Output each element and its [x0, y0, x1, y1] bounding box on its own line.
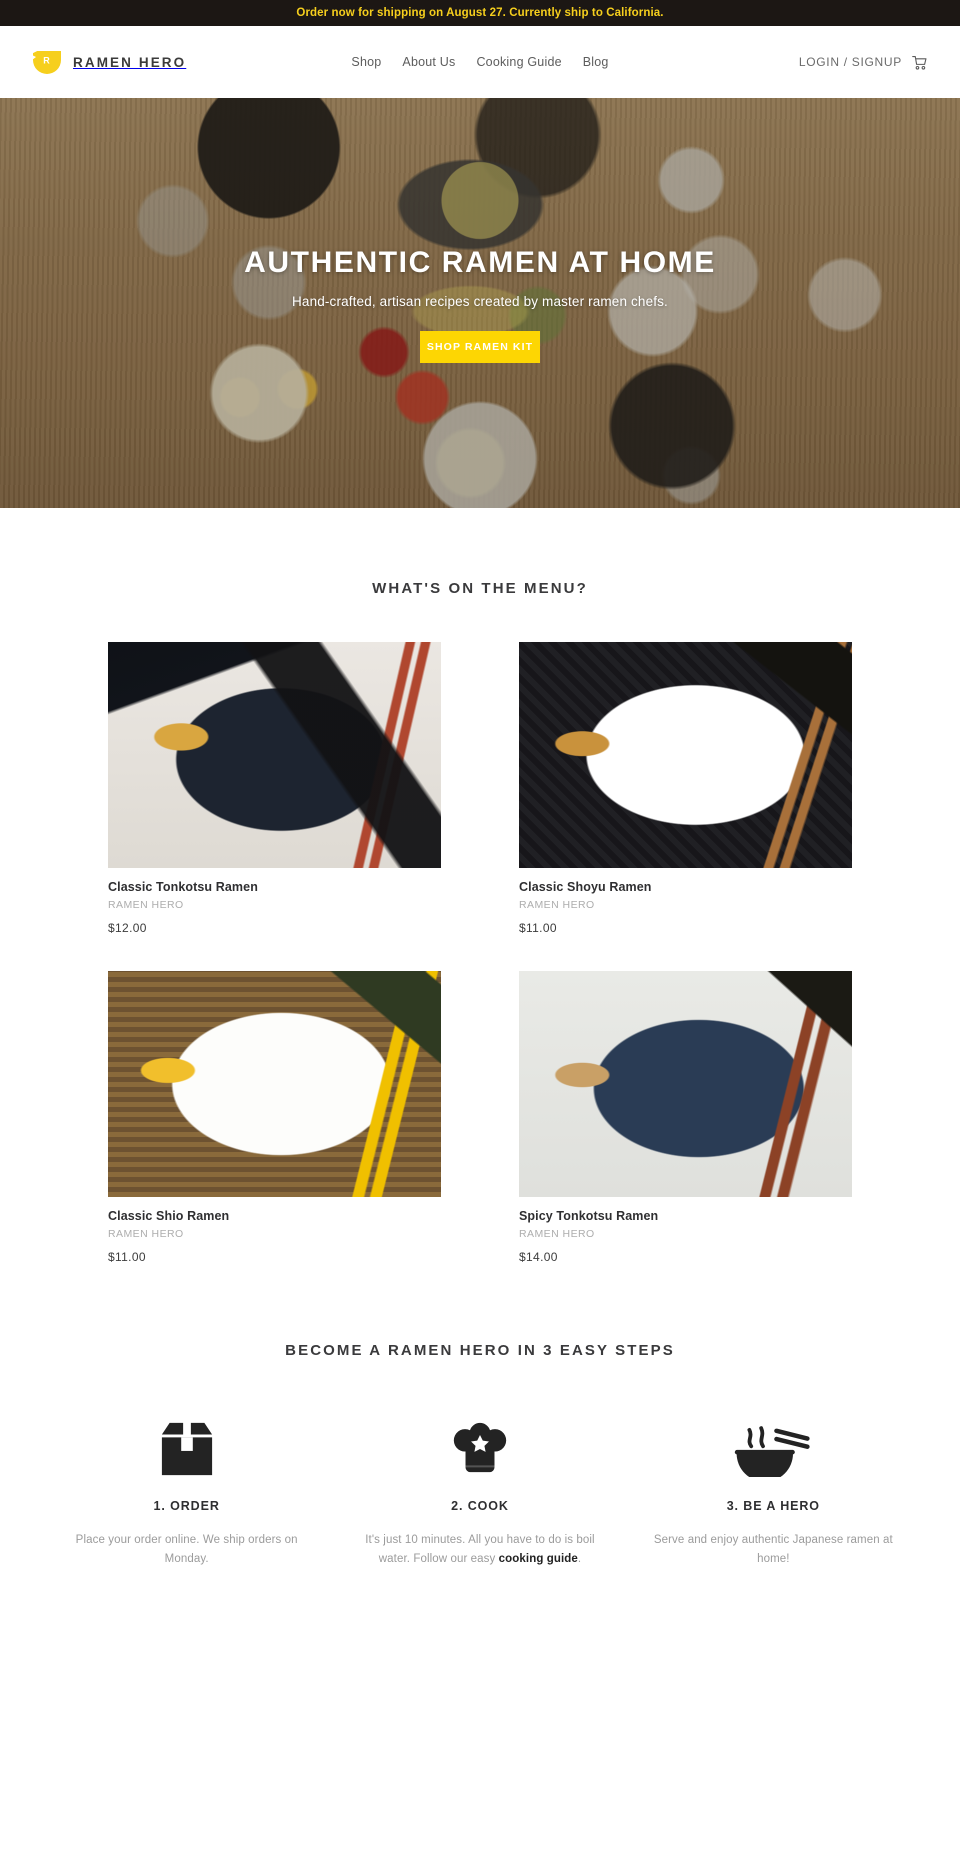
header-actions: LOGIN / SIGNUP: [799, 54, 928, 71]
step-description: It's just 10 minutes. All you have to do…: [351, 1531, 608, 1569]
steps-section: BECOME A RAMEN HERO IN 3 EASY STEPS 1. O…: [0, 1264, 960, 1639]
ramen-bowl-chopsticks-icon: [645, 1415, 902, 1477]
nav-item-shop[interactable]: Shop: [351, 55, 381, 69]
cooking-guide-link[interactable]: cooking guide: [499, 1553, 578, 1565]
product-image[interactable]: [108, 642, 441, 868]
product-title: Classic Shio Ramen: [108, 1209, 230, 1223]
announcement-text: Order now for shipping on August 27. Cur…: [296, 7, 664, 19]
step-description-text: Serve and enjoy authentic Japanese ramen…: [653, 1534, 893, 1565]
hero-title: AUTHENTIC RAMEN AT HOME: [244, 246, 716, 279]
step-item-cook: 2. COOK It's just 10 minutes. All you ha…: [333, 1415, 626, 1569]
step-title: 3. BE A HERO: [726, 1499, 820, 1513]
steps-section-title: BECOME A RAMEN HERO IN 3 EASY STEPS: [285, 1342, 675, 1359]
announcement-bar: Order now for shipping on August 27. Cur…: [0, 0, 960, 26]
shop-ramen-kit-button[interactable]: SHOP RAMEN KIT: [420, 331, 540, 364]
package-box-icon: [58, 1415, 315, 1477]
product-card[interactable]: Classic Shoyu Ramen RAMEN HERO $11.00: [519, 642, 852, 935]
hero-subtitle: Hand-crafted, artisan recipes created by…: [292, 294, 668, 309]
nav-item-about-us[interactable]: About Us: [402, 55, 455, 69]
menu-section-title: WHAT'S ON THE MENU?: [372, 580, 588, 597]
product-title: Classic Shoyu Ramen: [519, 880, 652, 894]
product-vendor: RAMEN HERO: [108, 1228, 184, 1240]
product-price: $11.00: [519, 921, 557, 935]
chef-hat-icon: [351, 1415, 608, 1477]
step-item-be-a-hero: 3. BE A HERO Serve and enjoy authentic J…: [627, 1415, 920, 1569]
product-card[interactable]: Classic Shio Ramen RAMEN HERO $11.00: [108, 971, 441, 1264]
shopping-cart-icon[interactable]: [911, 54, 928, 71]
main-navigation: Shop About Us Cooking Guide Blog: [351, 55, 608, 69]
step-description: Serve and enjoy authentic Japanese ramen…: [645, 1531, 902, 1569]
step-item-order: 1. ORDER Place your order online. We shi…: [40, 1415, 333, 1569]
menu-section: WHAT'S ON THE MENU? Classic Tonkotsu Ram…: [0, 508, 960, 1264]
product-title: Spicy Tonkotsu Ramen: [519, 1209, 659, 1223]
step-description-text-tail: .: [577, 1552, 582, 1565]
site-header: R RAMEN HERO Shop About Us Cooking Guide…: [0, 26, 960, 98]
product-price: $11.00: [108, 1250, 146, 1264]
steps-grid: 1. ORDER Place your order online. We shi…: [40, 1415, 920, 1569]
step-title: 1. ORDER: [153, 1499, 220, 1513]
product-price: $14.00: [519, 1250, 558, 1264]
brand-logo-link[interactable]: R RAMEN HERO: [32, 50, 187, 74]
product-card[interactable]: Classic Tonkotsu Ramen RAMEN HERO $12.00: [108, 642, 441, 935]
product-image[interactable]: [108, 971, 441, 1197]
product-title: Classic Tonkotsu Ramen: [108, 880, 258, 894]
product-vendor: RAMEN HERO: [519, 899, 595, 911]
product-image[interactable]: [519, 642, 852, 868]
svg-text:R: R: [43, 55, 50, 65]
step-description-text: Place your order online. We ship orders …: [75, 1534, 298, 1565]
ramen-bowl-logo-icon: R: [32, 50, 62, 74]
product-card[interactable]: Spicy Tonkotsu Ramen RAMEN HERO $14.00: [519, 971, 852, 1264]
product-image[interactable]: [519, 971, 852, 1197]
product-grid: Classic Tonkotsu Ramen RAMEN HERO $12.00…: [108, 642, 852, 1264]
product-price: $12.00: [108, 921, 147, 935]
step-title: 2. COOK: [451, 1499, 509, 1513]
step-description: Place your order online. We ship orders …: [58, 1531, 315, 1569]
hero-banner: AUTHENTIC RAMEN AT HOME Hand-crafted, ar…: [0, 98, 960, 508]
hero-content: AUTHENTIC RAMEN AT HOME Hand-crafted, ar…: [0, 246, 960, 364]
product-vendor: RAMEN HERO: [108, 899, 184, 911]
product-vendor: RAMEN HERO: [519, 1228, 595, 1240]
nav-item-blog[interactable]: Blog: [583, 55, 609, 69]
login-signup-link[interactable]: LOGIN / SIGNUP: [799, 55, 902, 69]
brand-name: RAMEN HERO: [73, 54, 187, 70]
nav-item-cooking-guide[interactable]: Cooking Guide: [476, 55, 561, 69]
page-root: Order now for shipping on August 27. Cur…: [0, 0, 960, 1639]
